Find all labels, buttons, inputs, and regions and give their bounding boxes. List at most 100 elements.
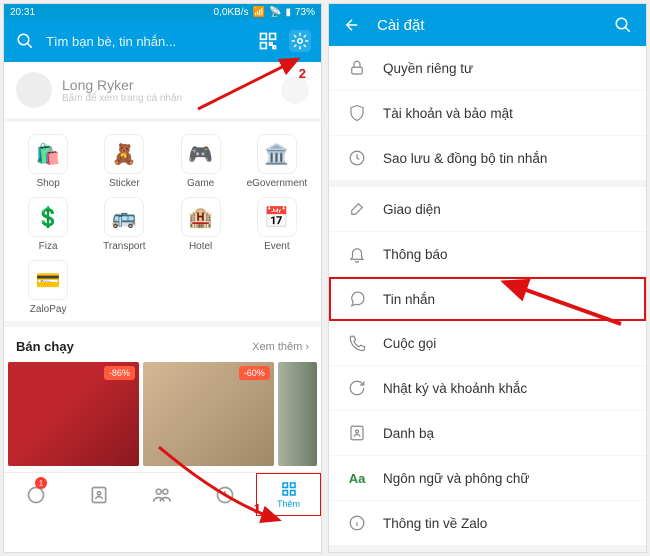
app-label: Event bbox=[264, 241, 290, 252]
search-header bbox=[4, 20, 321, 62]
shield-icon bbox=[347, 103, 367, 123]
nav-messages[interactable]: 1 bbox=[4, 473, 67, 516]
app-label: ZaloPay bbox=[30, 304, 67, 315]
settings-header: Cài đặt bbox=[329, 4, 646, 46]
settings-contacts[interactable]: Danh bạ bbox=[329, 411, 646, 456]
settings-label: Tin nhắn bbox=[383, 292, 435, 307]
app-fiza[interactable]: 💲 Fiza bbox=[10, 197, 86, 252]
product-card[interactable]: -60% bbox=[143, 362, 274, 466]
settings-label: Thông tin về Zalo bbox=[383, 516, 487, 531]
annotation-1: 1 bbox=[254, 501, 261, 516]
settings-clock[interactable]: Sao lưu & đồng bộ tin nhắn bbox=[329, 136, 646, 181]
settings-label: Danh bạ bbox=[383, 426, 434, 441]
app-transport[interactable]: 🚌 Transport bbox=[86, 197, 162, 252]
phone-left: 20:31 0,0KB/s 📶 📡 ▮ 73% Long Ryker Bấm đ… bbox=[3, 3, 322, 553]
app-label: Fiza bbox=[39, 241, 58, 252]
app-label: Shop bbox=[36, 178, 59, 189]
app-game[interactable]: 🎮 Game bbox=[163, 134, 239, 189]
settings-brush[interactable]: Giao diện bbox=[329, 181, 646, 232]
app-icon: 🏨 bbox=[181, 197, 221, 237]
Aa-icon: Aa bbox=[347, 468, 367, 488]
chat-icon bbox=[347, 289, 367, 309]
app-sticker[interactable]: 🧸 Sticker bbox=[86, 134, 162, 189]
app-grid: 🛍️ Shop 🧸 Sticker 🎮 Game 🏛️ eGovernment 💲 Fiza 🚌 Tr… bbox=[4, 118, 321, 321]
battery-icon: ▮ bbox=[285, 7, 291, 18]
section-title: Bán chạy bbox=[16, 339, 74, 354]
discount-badge: -60% bbox=[239, 366, 270, 380]
status-bar: 20:31 0,0KB/s 📶 📡 ▮ 73% bbox=[4, 4, 321, 20]
nav-groups[interactable] bbox=[130, 473, 193, 516]
search-icon[interactable] bbox=[14, 30, 36, 52]
settings-phone[interactable]: Cuộc gọi bbox=[329, 321, 646, 366]
phone-icon bbox=[347, 333, 367, 353]
back-icon[interactable] bbox=[341, 14, 363, 36]
nav-contacts[interactable] bbox=[67, 473, 130, 516]
app-label: eGovernment bbox=[247, 178, 308, 189]
settings-label: Tài khoản và bảo mật bbox=[383, 106, 513, 121]
app-label: Sticker bbox=[109, 178, 140, 189]
app-icon: 📅 bbox=[257, 197, 297, 237]
nav-timeline[interactable] bbox=[193, 473, 256, 516]
see-more-link[interactable]: Xem thêm › bbox=[252, 341, 309, 353]
page-title: Cài đặt bbox=[377, 17, 598, 34]
settings-chat[interactable]: Tin nhắn bbox=[329, 277, 646, 321]
clock-icon bbox=[347, 148, 367, 168]
product-card[interactable] bbox=[278, 362, 317, 466]
discount-badge: -86% bbox=[104, 366, 135, 380]
settings-label: Giao diện bbox=[383, 202, 441, 217]
settings-label: Quyền riêng tư bbox=[383, 61, 473, 76]
signal-icon: 📶 bbox=[253, 7, 265, 18]
app-event[interactable]: 📅 Event bbox=[239, 197, 315, 252]
avatar bbox=[16, 72, 52, 108]
bottom-nav: 1 Thêm bbox=[4, 472, 321, 516]
contacts-icon bbox=[347, 423, 367, 443]
app-egovernment[interactable]: 🏛️ eGovernment bbox=[239, 134, 315, 189]
net-speed: 0,0KB/s bbox=[214, 7, 249, 18]
settings-shield[interactable]: Tài khoản và bảo mật bbox=[329, 91, 646, 136]
section-header: Bán chạy Xem thêm › bbox=[4, 321, 321, 362]
wifi-icon: 📡 bbox=[269, 7, 281, 18]
settings-label: Sao lưu & đồng bộ tin nhắn bbox=[383, 151, 547, 166]
app-label: Game bbox=[187, 178, 214, 189]
settings-refresh[interactable]: Nhật ký và khoảnh khắc bbox=[329, 366, 646, 411]
settings-list: Quyền riêng tư Tài khoản và bảo mật Sao lư… bbox=[329, 46, 646, 552]
profile-subtitle: Bấm để xem trang cá nhân bbox=[62, 93, 271, 104]
app-icon: 🎮 bbox=[181, 134, 221, 174]
settings-lock[interactable]: Quyền riêng tư bbox=[329, 46, 646, 91]
qr-icon[interactable] bbox=[257, 30, 279, 52]
lock-icon bbox=[347, 58, 367, 78]
app-icon: 🛍️ bbox=[28, 134, 68, 174]
brush-icon bbox=[347, 199, 367, 219]
app-shop[interactable]: 🛍️ Shop bbox=[10, 134, 86, 189]
settings-Aa[interactable]: Aa Ngôn ngữ và phông chữ bbox=[329, 456, 646, 501]
search-input[interactable] bbox=[46, 34, 247, 49]
settings-label: Nhật ký và khoảnh khắc bbox=[383, 381, 527, 396]
app-label: Transport bbox=[103, 241, 145, 252]
app-zalopay[interactable]: 💳 ZaloPay bbox=[10, 260, 86, 315]
nav-label: Thêm bbox=[277, 499, 300, 509]
app-icon: 🚌 bbox=[104, 197, 144, 237]
clock: 20:31 bbox=[10, 7, 35, 18]
app-icon: 💳 bbox=[28, 260, 68, 300]
profile-name: Long Ryker bbox=[62, 77, 271, 93]
settings-label: Cuộc gọi bbox=[383, 336, 436, 351]
nav-more[interactable]: Thêm bbox=[256, 473, 321, 516]
settings-bell[interactable]: Thông báo bbox=[329, 232, 646, 277]
settings-info[interactable]: Thông tin về Zalo bbox=[329, 501, 646, 546]
app-icon: 🏛️ bbox=[257, 134, 297, 174]
settings-label: Ngôn ngữ và phông chữ bbox=[383, 471, 529, 486]
search-icon[interactable] bbox=[612, 14, 634, 36]
settings-switch[interactable]: Chuyển tài khoản bbox=[329, 546, 646, 552]
app-icon: 🧸 bbox=[104, 134, 144, 174]
app-label: Hotel bbox=[189, 241, 212, 252]
product-card[interactable]: -86% bbox=[8, 362, 139, 466]
bell-icon bbox=[347, 244, 367, 264]
gear-icon[interactable] bbox=[289, 30, 311, 52]
profile-row[interactable]: Long Ryker Bấm để xem trang cá nhân bbox=[4, 62, 321, 118]
battery-pct: 73% bbox=[295, 7, 315, 18]
app-icon: 💲 bbox=[28, 197, 68, 237]
badge: 1 bbox=[35, 477, 47, 489]
settings-label: Thông báo bbox=[383, 247, 448, 262]
app-hotel[interactable]: 🏨 Hotel bbox=[163, 197, 239, 252]
info-icon bbox=[347, 513, 367, 533]
